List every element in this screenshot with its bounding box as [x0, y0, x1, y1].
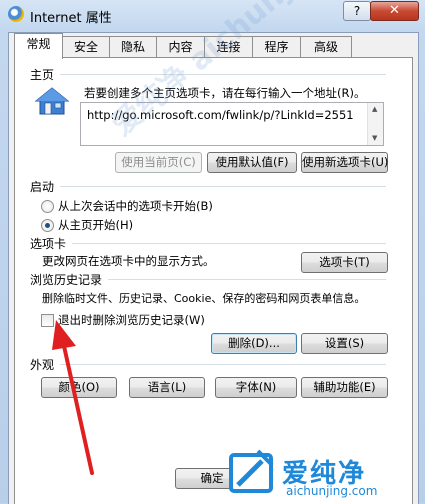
- history-group-label: 浏览历史记录: [30, 273, 103, 287]
- appearance-separator: [60, 364, 386, 365]
- homepage-scrollbar[interactable]: ▲ ▼: [367, 103, 383, 145]
- tabs-group-label: 选项卡: [30, 237, 67, 251]
- accessibility-button[interactable]: 辅助功能(E): [301, 377, 388, 398]
- scroll-down-icon[interactable]: ▼: [372, 134, 377, 142]
- radio-last-session-label: 从上次会话中的选项卡开始(B): [58, 199, 213, 213]
- fonts-button[interactable]: 字体(N): [215, 377, 297, 398]
- scroll-up-icon[interactable]: ▲: [372, 105, 377, 113]
- watermark-url: aichunjing.com: [286, 484, 378, 498]
- use-current-button[interactable]: 使用当前页(C): [115, 152, 202, 173]
- radio-home-page-label: 从主页开始(H): [58, 218, 134, 232]
- tabs-settings-button[interactable]: 选项卡(T): [301, 252, 388, 273]
- radio-last-session[interactable]: [41, 200, 54, 213]
- use-new-tab-button[interactable]: 使用新选项卡(U): [301, 152, 388, 173]
- red-arrow-annotation: [52, 320, 94, 475]
- languages-button[interactable]: 语言(L): [129, 377, 205, 398]
- delete-history-button[interactable]: 删除(D)...: [211, 333, 297, 354]
- watermark-logo-icon: [229, 449, 274, 493]
- radio-home-page[interactable]: [41, 219, 54, 232]
- startup-separator: [60, 186, 386, 187]
- tabs-separator: [72, 243, 386, 244]
- tabs-description: 更改网页在选项卡中的显示方式。: [42, 254, 215, 268]
- house-icon: [34, 87, 70, 115]
- history-description: 删除临时文件、历史记录、Cookie、保存的密码和网页表单信息。: [42, 292, 366, 305]
- startup-group-label: 启动: [30, 180, 55, 194]
- history-settings-button[interactable]: 设置(S): [301, 333, 388, 354]
- history-separator: [108, 279, 386, 280]
- use-default-button[interactable]: 使用默认值(F): [207, 152, 297, 173]
- homepage-separator: [60, 74, 386, 75]
- homepage-group-label: 主页: [30, 68, 55, 82]
